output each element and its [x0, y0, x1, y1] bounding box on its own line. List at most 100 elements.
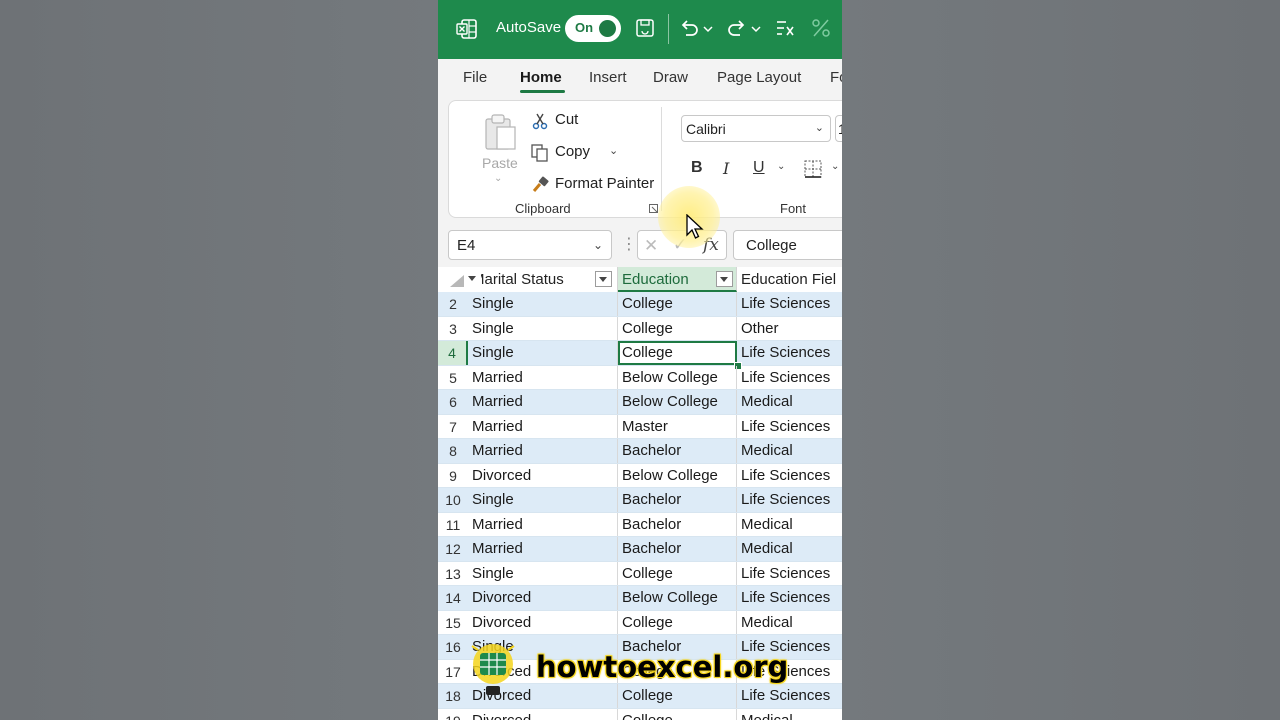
row-number[interactable]: 10	[438, 488, 468, 512]
table-cell[interactable]: Divorced	[468, 610, 618, 634]
borders-dropdown-icon[interactable]: ⌄	[831, 161, 839, 172]
table-cell[interactable]: Life Sciences	[737, 464, 842, 488]
table-cell[interactable]: Medical	[737, 390, 842, 414]
autosave-toggle[interactable]: On	[565, 15, 621, 42]
column-a-filter-icon[interactable]	[465, 271, 481, 287]
table-cell[interactable]: Bachelor	[618, 512, 737, 536]
table-cell[interactable]: Life Sciences	[737, 292, 842, 316]
select-all-corner[interactable]	[450, 275, 464, 287]
header-marital-status[interactable]: Marital Status	[468, 267, 618, 292]
copy-dropdown-icon[interactable]: ⌄	[609, 144, 618, 157]
row-number[interactable]: 15	[438, 611, 468, 635]
table-cell[interactable]: Medical	[737, 513, 842, 537]
tab-home[interactable]: Home	[520, 69, 562, 86]
table-cell[interactable]: Medical	[737, 537, 842, 561]
font-size-select[interactable]: 11	[835, 115, 842, 142]
borders-icon[interactable]	[803, 159, 823, 179]
row-number[interactable]: 12	[438, 537, 468, 561]
row-number[interactable]: 8	[438, 439, 468, 463]
table-cell[interactable]: Life Sciences	[737, 684, 842, 708]
row-number[interactable]: 14	[438, 586, 468, 610]
redo-dropdown-icon[interactable]	[750, 17, 762, 39]
table-cell[interactable]: Single	[468, 341, 618, 365]
tab-page-layout[interactable]: Page Layout	[717, 69, 801, 86]
table-cell[interactable]: Divorced	[468, 463, 618, 487]
bold-button[interactable]: B	[691, 159, 703, 177]
table-cell[interactable]: College	[618, 610, 737, 634]
table-cell[interactable]: Medical	[737, 709, 842, 720]
row-number[interactable]: 16	[438, 635, 468, 659]
table-cell[interactable]: Life Sciences	[737, 415, 842, 439]
table-cell[interactable]: Life Sciences	[737, 562, 842, 586]
row-number[interactable]: 2	[438, 292, 468, 316]
tab-file[interactable]: File	[463, 69, 487, 86]
percent-style-icon[interactable]	[810, 17, 832, 39]
table-cell[interactable]: Below College	[618, 390, 737, 414]
table-cell[interactable]: College	[618, 684, 737, 708]
paste-dropdown-icon[interactable]: ⌄	[494, 173, 502, 184]
italic-button[interactable]: I	[723, 159, 729, 178]
table-cell[interactable]: Medical	[737, 611, 842, 635]
table-cell[interactable]: Bachelor	[618, 439, 737, 463]
row-number[interactable]: 7	[438, 415, 468, 439]
row-number[interactable]: 11	[438, 513, 468, 537]
paste-icon[interactable]	[483, 113, 519, 153]
table-cell[interactable]: Single	[468, 292, 618, 316]
row-number[interactable]: 4	[438, 341, 468, 365]
underline-button[interactable]: U	[753, 159, 765, 177]
table-cell[interactable]: Medical	[737, 439, 842, 463]
tab-insert[interactable]: Insert	[589, 69, 627, 86]
font-name-select[interactable]: Calibri ⌄	[681, 115, 831, 142]
save-icon[interactable]	[634, 17, 656, 39]
table-cell[interactable]: Divorced	[468, 708, 618, 720]
row-number[interactable]: 19	[438, 709, 468, 720]
paste-button[interactable]: Paste	[482, 155, 518, 171]
header-education-field[interactable]: Education Fiel	[737, 267, 842, 292]
sort-filter-icon[interactable]	[774, 17, 796, 39]
table-cell[interactable]: Below College	[618, 586, 737, 610]
filter-dropdown-icon[interactable]	[595, 271, 612, 287]
row-number[interactable]: 18	[438, 684, 468, 708]
table-cell[interactable]: College	[618, 292, 737, 316]
table-cell[interactable]: Married	[468, 414, 618, 438]
table-cell[interactable]: College	[618, 561, 737, 585]
table-cell[interactable]: Divorced	[468, 586, 618, 610]
table-cell[interactable]: Single	[468, 316, 618, 340]
tab-formulas[interactable]: Fo	[830, 69, 842, 86]
table-cell[interactable]: Master	[618, 414, 737, 438]
header-education[interactable]: Education	[618, 267, 737, 292]
row-number[interactable]: 9	[438, 464, 468, 488]
table-cell[interactable]: College	[618, 316, 737, 340]
name-box[interactable]: E4 ⌄	[448, 230, 612, 260]
row-number[interactable]: 5	[438, 366, 468, 390]
table-cell[interactable]: Single	[468, 561, 618, 585]
row-number[interactable]: 3	[438, 317, 468, 341]
cancel-icon[interactable]: ✕	[644, 236, 658, 256]
active-cell[interactable]: College	[618, 341, 737, 365]
table-cell[interactable]: Life Sciences	[737, 488, 842, 512]
table-cell[interactable]: Married	[468, 439, 618, 463]
table-cell[interactable]: College	[618, 708, 737, 720]
table-cell[interactable]: Below College	[618, 463, 737, 487]
redo-icon[interactable]	[726, 17, 748, 39]
table-cell[interactable]: Life Sciences	[737, 366, 842, 390]
table-cell[interactable]: Life Sciences	[737, 586, 842, 610]
row-number[interactable]: 6	[438, 390, 468, 414]
more-options-icon[interactable]: ⋮	[621, 234, 637, 254]
table-cell[interactable]: Other	[737, 317, 842, 341]
table-cell[interactable]: Married	[468, 537, 618, 561]
row-number[interactable]: 17	[438, 660, 468, 684]
table-cell[interactable]: Below College	[618, 365, 737, 389]
table-cell[interactable]: Single	[468, 488, 618, 512]
table-cell[interactable]: Married	[468, 365, 618, 389]
undo-dropdown-icon[interactable]	[702, 17, 714, 39]
undo-icon[interactable]	[678, 17, 700, 39]
table-cell[interactable]: Married	[468, 390, 618, 414]
row-number[interactable]: 13	[438, 562, 468, 586]
table-cell[interactable]: Bachelor	[618, 537, 737, 561]
tab-draw[interactable]: Draw	[653, 69, 688, 86]
table-cell[interactable]: Bachelor	[618, 488, 737, 512]
formula-input[interactable]: College	[733, 230, 842, 260]
table-cell[interactable]: Life Sciences	[737, 341, 842, 365]
filter-dropdown-icon[interactable]	[716, 271, 733, 287]
